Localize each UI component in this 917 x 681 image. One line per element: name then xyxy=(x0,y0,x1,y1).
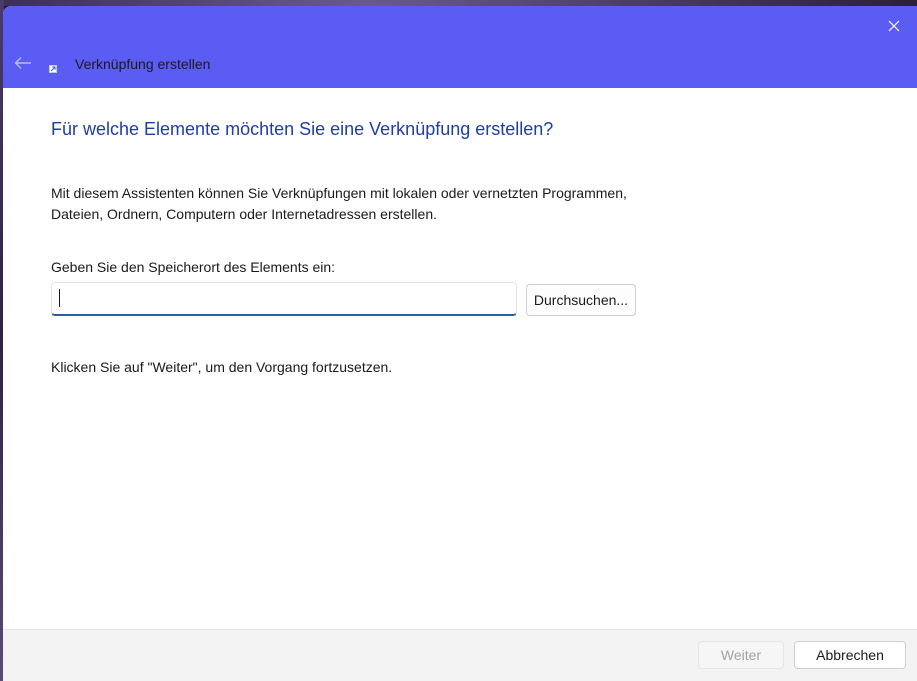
title-bar: Verknüpfung erstellen xyxy=(3,6,917,88)
page-heading: Für welche Elemente möchten Sie eine Ver… xyxy=(51,119,554,139)
back-button[interactable] xyxy=(7,50,39,76)
description-line-2: Dateien, Ordnern, Computern oder Interne… xyxy=(51,206,437,222)
shortcut-icon xyxy=(49,65,57,73)
cancel-button[interactable]: Abbrechen xyxy=(794,641,906,669)
next-button[interactable]: Weiter xyxy=(698,641,784,669)
back-arrow-icon xyxy=(14,57,31,69)
location-field-label: Geben Sie den Speicherort des Elements e… xyxy=(51,259,336,275)
browse-button[interactable]: Durchsuchen... xyxy=(526,284,636,316)
text-caret xyxy=(59,289,60,307)
description-line-1: Mit diesem Assistenten können Sie Verknü… xyxy=(51,185,627,201)
close-icon xyxy=(888,20,900,32)
location-input[interactable] xyxy=(51,282,517,316)
continue-hint: Klicken Sie auf "Weiter", um den Vorgang… xyxy=(51,359,393,375)
wizard-description: Mit diesem Assistenten können Sie Verknü… xyxy=(51,183,691,225)
close-button[interactable] xyxy=(871,6,917,46)
create-shortcut-dialog: Verknüpfung erstellen Für welche Element… xyxy=(3,6,917,681)
window-title: Verknüpfung erstellen xyxy=(75,56,211,72)
dialog-footer: Weiter Abbrechen xyxy=(3,629,917,681)
